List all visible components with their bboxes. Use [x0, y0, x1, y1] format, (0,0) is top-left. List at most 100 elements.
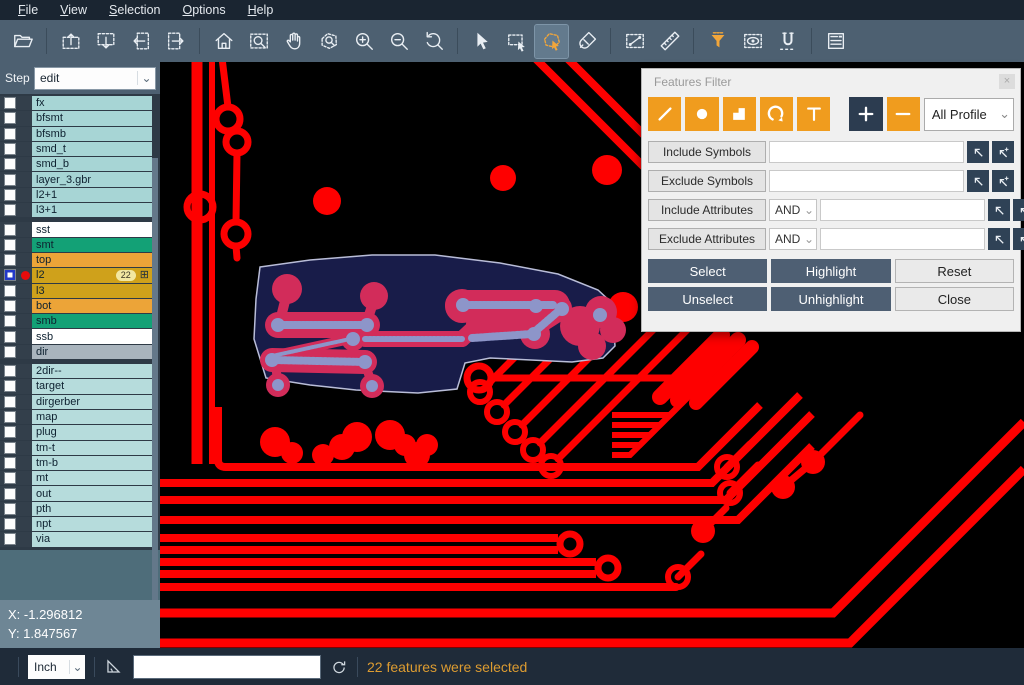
- layer-row-sst[interactable]: sst: [0, 222, 152, 236]
- layer-active-indicator[interactable]: [19, 364, 32, 378]
- measure-icon[interactable]: [618, 25, 651, 58]
- remove-mode-icon[interactable]: [887, 97, 920, 131]
- zoom-area-icon[interactable]: [242, 25, 275, 58]
- pick-arrow-plus-icon[interactable]: [1013, 228, 1024, 250]
- layer-active-indicator[interactable]: [19, 188, 32, 202]
- layer-row-bfsmb[interactable]: bfsmb: [0, 127, 152, 141]
- layer-checkbox[interactable]: [0, 253, 19, 267]
- layer-row-smd_b[interactable]: smd_b: [0, 157, 152, 171]
- layer-checkbox[interactable]: [0, 395, 19, 409]
- menu-view[interactable]: View: [50, 2, 97, 19]
- layer-name-cell[interactable]: smt: [32, 238, 152, 252]
- layer-checkbox[interactable]: [0, 222, 19, 236]
- layer-name-cell[interactable]: smd_b: [32, 157, 152, 171]
- layer-checkbox[interactable]: [0, 379, 19, 393]
- layer-name-cell[interactable]: l222⊞: [32, 268, 152, 282]
- layer-checkbox[interactable]: [0, 111, 19, 125]
- exclude-attributes-and-select[interactable]: AND ⌄: [769, 228, 817, 250]
- layer-name-cell[interactable]: out: [32, 486, 152, 500]
- layer-checkbox[interactable]: [0, 314, 19, 328]
- layer-active-indicator[interactable]: [19, 471, 32, 485]
- pick-arrow-icon[interactable]: [967, 141, 989, 163]
- layer-row-layer_3.gbr[interactable]: layer_3.gbr: [0, 172, 152, 186]
- exclude-attributes-input[interactable]: [820, 228, 985, 250]
- ruler-icon[interactable]: [653, 25, 686, 58]
- add-mode-icon[interactable]: [849, 97, 882, 131]
- pan-hand-icon[interactable]: [277, 25, 310, 58]
- layer-active-indicator[interactable]: [19, 410, 32, 424]
- overlay-eye-icon[interactable]: [736, 25, 769, 58]
- nudge-up-icon[interactable]: [54, 25, 87, 58]
- layer-active-indicator[interactable]: [19, 502, 32, 516]
- pick-arrow-plus-icon[interactable]: [992, 141, 1014, 163]
- reset-button[interactable]: Reset: [895, 259, 1014, 283]
- include-attributes-input[interactable]: [820, 199, 985, 221]
- layer-row-smb[interactable]: smb: [0, 314, 152, 328]
- nudge-right-icon[interactable]: [159, 25, 192, 58]
- refresh-icon[interactable]: [330, 658, 348, 676]
- layer-name-cell[interactable]: target: [32, 379, 152, 393]
- profile-select[interactable]: All Profile ⌄: [924, 98, 1014, 131]
- layer-row-map[interactable]: map: [0, 410, 152, 424]
- layer-row-dir[interactable]: dir: [0, 345, 152, 359]
- close-icon[interactable]: ×: [999, 74, 1015, 89]
- layer-checkbox[interactable]: [0, 238, 19, 252]
- layer-row-top[interactable]: top: [0, 253, 152, 267]
- layer-row-out[interactable]: out: [0, 486, 152, 500]
- layer-name-cell[interactable]: layer_3.gbr: [32, 172, 152, 186]
- layer-name-cell[interactable]: bot: [32, 299, 152, 313]
- layer-row-target[interactable]: target: [0, 379, 152, 393]
- layer-row-l2+1[interactable]: l2+1: [0, 188, 152, 202]
- layer-active-indicator[interactable]: [19, 284, 32, 298]
- layer-row-bfsmt[interactable]: bfsmt: [0, 111, 152, 125]
- layer-row-plug[interactable]: plug: [0, 425, 152, 439]
- include-symbols-input[interactable]: [769, 141, 964, 163]
- layer-active-indicator[interactable]: [19, 441, 32, 455]
- layer-grid-icon[interactable]: ⊞: [140, 270, 149, 281]
- layer-active-indicator[interactable]: [19, 222, 32, 236]
- zoom-in-icon[interactable]: [347, 25, 380, 58]
- layer-row-mt[interactable]: mt: [0, 471, 152, 485]
- layer-name-cell[interactable]: mt: [32, 471, 152, 485]
- layer-active-indicator[interactable]: [19, 268, 32, 282]
- layer-active-indicator[interactable]: [19, 329, 32, 343]
- layer-name-cell[interactable]: sst: [32, 222, 152, 236]
- layer-active-indicator[interactable]: [19, 127, 32, 141]
- menu-options[interactable]: Options: [172, 2, 235, 19]
- layer-name-cell[interactable]: dirgerber: [32, 395, 152, 409]
- layer-checkbox[interactable]: [0, 471, 19, 485]
- layer-checkbox[interactable]: [0, 299, 19, 313]
- layer-active-indicator[interactable]: [19, 96, 32, 110]
- layer-checkbox[interactable]: [0, 284, 19, 298]
- layer-active-indicator[interactable]: [19, 395, 32, 409]
- layer-active-indicator[interactable]: [19, 517, 32, 531]
- layer-name-cell[interactable]: via: [32, 532, 152, 546]
- layer-checkbox[interactable]: [0, 410, 19, 424]
- layer-row-smd_t[interactable]: smd_t: [0, 142, 152, 156]
- layer-active-indicator[interactable]: [19, 532, 32, 546]
- unhighlight-button[interactable]: Unhighlight: [771, 287, 890, 311]
- layer-name-cell[interactable]: tm-t: [32, 441, 152, 455]
- layer-name-cell[interactable]: smb: [32, 314, 152, 328]
- layer-row-ssb[interactable]: ssb: [0, 329, 152, 343]
- layer-active-indicator[interactable]: [19, 172, 32, 186]
- polygon-select-icon[interactable]: [535, 25, 568, 58]
- layer-row-l2[interactable]: l222⊞: [0, 268, 152, 282]
- layer-list-scrollbar[interactable]: [152, 158, 158, 610]
- layer-active-indicator[interactable]: [19, 314, 32, 328]
- layer-name-cell[interactable]: npt: [32, 517, 152, 531]
- layer-name-cell[interactable]: ssb: [32, 329, 152, 343]
- layer-name-cell[interactable]: dir: [32, 345, 152, 359]
- layer-active-indicator[interactable]: [19, 425, 32, 439]
- layer-checkbox[interactable]: [0, 203, 19, 217]
- home-icon[interactable]: [207, 25, 240, 58]
- unselect-button[interactable]: Unselect: [648, 287, 767, 311]
- layer-row-dirgerber[interactable]: dirgerber: [0, 395, 152, 409]
- layer-row-l3[interactable]: l3: [0, 284, 152, 298]
- layer-active-indicator[interactable]: [19, 379, 32, 393]
- layer-checkbox[interactable]: [0, 425, 19, 439]
- exclude-attributes-button[interactable]: Exclude Attributes: [648, 228, 766, 250]
- layer-checkbox[interactable]: [0, 502, 19, 516]
- pad-feature-icon[interactable]: [685, 97, 718, 131]
- include-attributes-and-select[interactable]: AND ⌄: [769, 199, 817, 221]
